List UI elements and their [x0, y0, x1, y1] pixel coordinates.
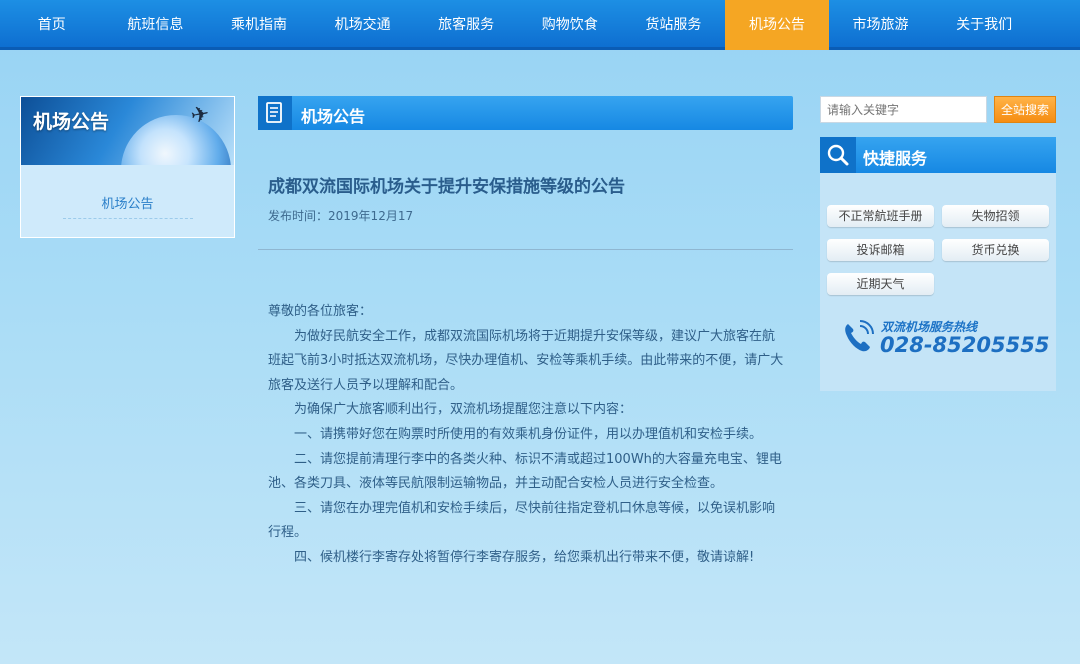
weather-button[interactable]: 近期天气: [827, 273, 934, 295]
currency-exchange-button[interactable]: 货币兑换: [942, 239, 1049, 261]
paragraph: 四、候机楼行李寄存处将暂停行李寄存服务，给您乘机出行带来不便，敬请谅解!: [294, 549, 755, 565]
paragraph: 一、请携带好您在购票时所使用的有效乘机身份证件，用以办理值机和安检手续。: [294, 426, 763, 442]
paragraph: 为确保广大旅客顺利出行，双流机场提醒您注意以下内容：: [294, 402, 633, 418]
greeting: 尊敬的各位旅客：: [268, 304, 373, 319]
nav-item-home[interactable]: 首页: [0, 0, 104, 50]
complaint-email-button[interactable]: 投诉邮箱: [827, 239, 934, 261]
article-body: 尊敬的各位旅客： 为做好民航安全工作，成都双流国际机场将于近期提升安保等级，建议…: [268, 300, 786, 571]
search-input[interactable]: [820, 96, 987, 123]
nav-item-about-us[interactable]: 关于我们: [932, 0, 1036, 50]
phone-icon: [842, 320, 874, 358]
sidebar-banner: ✈ 机场公告: [21, 97, 234, 165]
nav-item-airport-notice[interactable]: 机场公告: [725, 0, 829, 50]
document-icon: [258, 96, 292, 130]
quick-service-panel: 快捷服务 不正常航班手册 失物招领 投诉邮箱 货币兑换 近期天气 双流机场服务热…: [820, 137, 1056, 391]
sidebar-banner-title: 机场公告: [33, 111, 110, 133]
nav-item-flight-info[interactable]: 航班信息: [104, 0, 208, 50]
search-icon: [820, 137, 856, 173]
nav-item-airport-transport[interactable]: 机场交通: [311, 0, 415, 50]
nav-item-passenger-service[interactable]: 旅客服务: [414, 0, 518, 50]
nav-item-market-tourism[interactable]: 市场旅游: [829, 0, 933, 50]
hotline-number[interactable]: 028-85205555: [880, 333, 1049, 357]
section-title: 机场公告: [301, 107, 366, 126]
sidebar-item-airport-notice[interactable]: 机场公告: [21, 193, 234, 212]
sidebar-divider: [62, 218, 193, 219]
title-divider: [258, 249, 793, 250]
lost-and-found-button[interactable]: 失物招领: [942, 205, 1049, 227]
section-header: 机场公告: [258, 96, 793, 130]
nav-item-boarding-guide[interactable]: 乘机指南: [207, 0, 311, 50]
nav-item-cargo-service[interactable]: 货站服务: [622, 0, 726, 50]
top-nav: 首页 航班信息 乘机指南 机场交通 旅客服务 购物饮食 货站服务 机场公告 市场…: [0, 0, 1080, 50]
airplane-icon: ✈: [188, 101, 212, 130]
quick-service-header: 快捷服务: [820, 137, 1056, 173]
irregular-flight-button[interactable]: 不正常航班手册: [827, 205, 934, 227]
quick-service-title: 快捷服务: [863, 149, 928, 168]
publish-time-value: 2019年12月17: [328, 209, 414, 223]
paragraph: 三、请您在办理完值机和安检手续后，尽快前往指定登机口休息等候，以免误机影响行程。: [268, 500, 776, 541]
paragraph: 二、请您提前清理行李中的各类火种、标识不清或超过100Wh的大容量充电宝、锂电池…: [268, 451, 782, 492]
nav-item-shopping-dining[interactable]: 购物饮食: [518, 0, 622, 50]
site-search-button[interactable]: 全站搜索: [994, 96, 1056, 123]
publish-time-label: 发布时间：: [268, 209, 329, 223]
globe-icon: [121, 115, 231, 165]
sidebar-panel: ✈ 机场公告 机场公告: [20, 96, 235, 238]
article-title: 成都双流国际机场关于提升安保措施等级的公告: [268, 177, 625, 197]
publish-time: 发布时间：2019年12月17: [268, 207, 413, 224]
paragraph: 为做好民航安全工作，成都双流国际机场将于近期提升安保等级，建议广大旅客在航班起飞…: [268, 328, 784, 393]
